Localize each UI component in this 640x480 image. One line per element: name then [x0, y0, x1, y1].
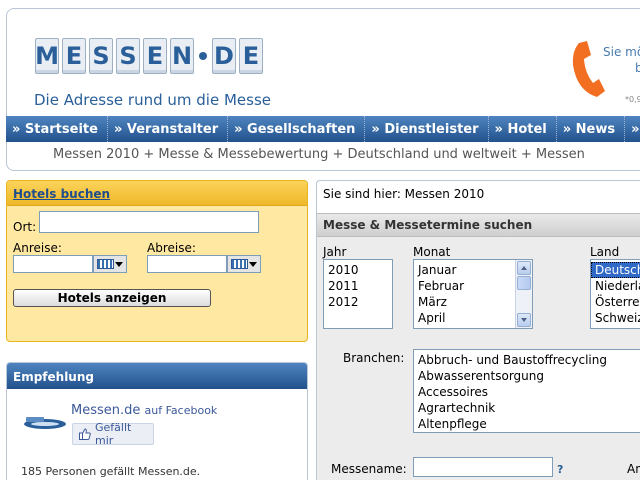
logo-letter: S: [116, 38, 140, 74]
chevron-down-icon: [115, 262, 123, 267]
land-label: Land: [590, 245, 620, 259]
messename-label: Messename:: [331, 462, 407, 476]
jahr-label: Jahr: [323, 245, 347, 259]
ort-label: Ort:: [13, 220, 37, 234]
land-option[interactable]: Österrei: [591, 294, 640, 310]
logo-letter: E: [143, 38, 167, 74]
scroll-thumb[interactable]: [517, 276, 531, 290]
chevron-up-icon: [521, 266, 527, 270]
monat-label: Monat: [413, 245, 451, 259]
messename-input[interactable]: [413, 457, 553, 477]
slogan: Die Adresse rund um die Messe: [34, 91, 271, 109]
jahr-option[interactable]: 2011: [324, 278, 392, 294]
logo-letter: S: [89, 38, 113, 74]
logo-dot: [199, 52, 207, 60]
branche-option[interactable]: Altenpflege: [414, 416, 640, 432]
header: M E S S E N D E Die Adresse rund um die …: [6, 8, 640, 117]
search-section-header: Messe & Messetermine suchen: [317, 213, 640, 237]
phone-price: *0,99: [625, 95, 640, 104]
branche-option[interactable]: Abbruch- und Baustoffrecycling: [414, 352, 640, 368]
phone-text-1: Sie mö: [603, 45, 640, 59]
calendar-icon: [231, 259, 248, 269]
facebook-on-text: auf Facebook: [144, 404, 218, 417]
recommendation-title: Empfehlung: [13, 370, 94, 384]
hotels-anzeigen-button[interactable]: Hotels anzeigen: [13, 289, 211, 307]
hotel-box-title-link[interactable]: Hotels buchen: [13, 187, 110, 201]
like-label: Gefällt mir: [94, 421, 132, 447]
land-listbox[interactable]: Deutsch Niederla Österrei Schweiz: [590, 259, 640, 329]
branche-option[interactable]: Agrartechnik: [414, 400, 640, 416]
recommendation-box: Empfehlung Messen.de auf Facebook Gefäll…: [6, 362, 308, 480]
nav-item-partner[interactable]: » Part: [625, 116, 640, 142]
hotel-box-header: Hotels buchen: [7, 181, 307, 206]
phone-icon: [572, 41, 605, 97]
branche-option[interactable]: Abwasserentsorgung: [414, 368, 640, 384]
chevron-down-icon: [249, 262, 257, 267]
nav-item-veranstalter[interactable]: » Veranstalter: [108, 116, 229, 142]
logo-letter: M: [35, 38, 59, 74]
logo-letter: D: [212, 38, 236, 74]
facebook-page-name[interactable]: Messen.de auf Facebook: [71, 403, 217, 418]
abreise-calendar-button[interactable]: [227, 255, 261, 273]
nav-item-gesellschaften[interactable]: » Gesellschaften: [228, 116, 366, 142]
recommendation-header: Empfehlung: [7, 363, 307, 389]
ort-input[interactable]: [39, 211, 259, 233]
logo-letter: E: [239, 38, 263, 74]
main-nav: » Startseite » Veranstalter » Gesellscha…: [6, 116, 640, 142]
abreise-label: Abreise:: [147, 241, 196, 255]
anreise-input[interactable]: [13, 255, 93, 273]
branchen-label: Branchen:: [343, 351, 405, 365]
nav-item-startseite[interactable]: » Startseite: [6, 116, 108, 142]
monat-listbox[interactable]: Januar Februar März April: [413, 259, 533, 329]
phone-text-2: be: [635, 61, 640, 75]
chevron-down-icon: [521, 318, 527, 322]
logo-letter: N: [170, 38, 194, 74]
branchen-listbox[interactable]: Abbruch- und Baustoffrecycling Abwassere…: [413, 349, 640, 433]
truncated-label: An: [627, 462, 640, 476]
search-section-title: Messe & Messetermine suchen: [323, 218, 533, 232]
site-logo[interactable]: M E S S E N D E: [35, 35, 266, 77]
facebook-like-count: 185 Personen gefällt Messen.de.: [21, 465, 201, 478]
jahr-listbox[interactable]: 2010 2011 2012: [323, 259, 393, 329]
scroll-down-button[interactable]: [517, 313, 531, 327]
messen-mini-logo[interactable]: [23, 413, 67, 433]
scroll-up-button[interactable]: [517, 261, 531, 275]
land-option-selected[interactable]: Deutsch: [591, 262, 640, 278]
phone-banner[interactable]: Sie mö be *0,99: [567, 39, 640, 111]
anreise-calendar-button[interactable]: [93, 255, 127, 273]
jahr-option[interactable]: 2012: [324, 294, 392, 310]
land-option[interactable]: Schweiz: [591, 310, 640, 326]
nav-item-hotel[interactable]: » Hotel: [489, 116, 557, 142]
nav-item-dienstleister[interactable]: » Dienstleister: [365, 116, 489, 142]
breadcrumb: Sie sind hier: Messen 2010: [323, 187, 485, 201]
nav-item-news[interactable]: » News: [557, 116, 626, 142]
thumbs-up-icon: [79, 428, 91, 440]
branche-option[interactable]: Accessoires: [414, 384, 640, 400]
abreise-input[interactable]: [147, 255, 227, 273]
logo-letter: E: [62, 38, 86, 74]
land-option[interactable]: Niederla: [591, 278, 640, 294]
facebook-page-link[interactable]: Messen.de: [71, 403, 140, 418]
monat-scrollbar[interactable]: [515, 260, 532, 328]
page: M E S S E N D E Die Adresse rund um die …: [0, 0, 640, 480]
main-content: Sie sind hier: Messen 2010 Messe & Messe…: [316, 180, 640, 480]
jahr-option[interactable]: 2010: [324, 262, 392, 278]
anreise-label: Anreise:: [13, 241, 62, 255]
facebook-like-button[interactable]: Gefällt mir: [72, 421, 154, 447]
subtitle-text: Messen 2010 + Messe & Messebewertung + D…: [53, 147, 585, 162]
hotel-search-box: Hotels buchen Ort: Anreise: Abreise: Hot…: [6, 180, 308, 342]
help-link[interactable]: ?: [557, 463, 563, 476]
calendar-icon: [97, 259, 114, 269]
subtitle-bar: Messen 2010 + Messe & Messebewertung + D…: [6, 142, 640, 171]
search-form: Jahr 2010 2011 2012 Monat Januar Februar…: [317, 237, 640, 480]
